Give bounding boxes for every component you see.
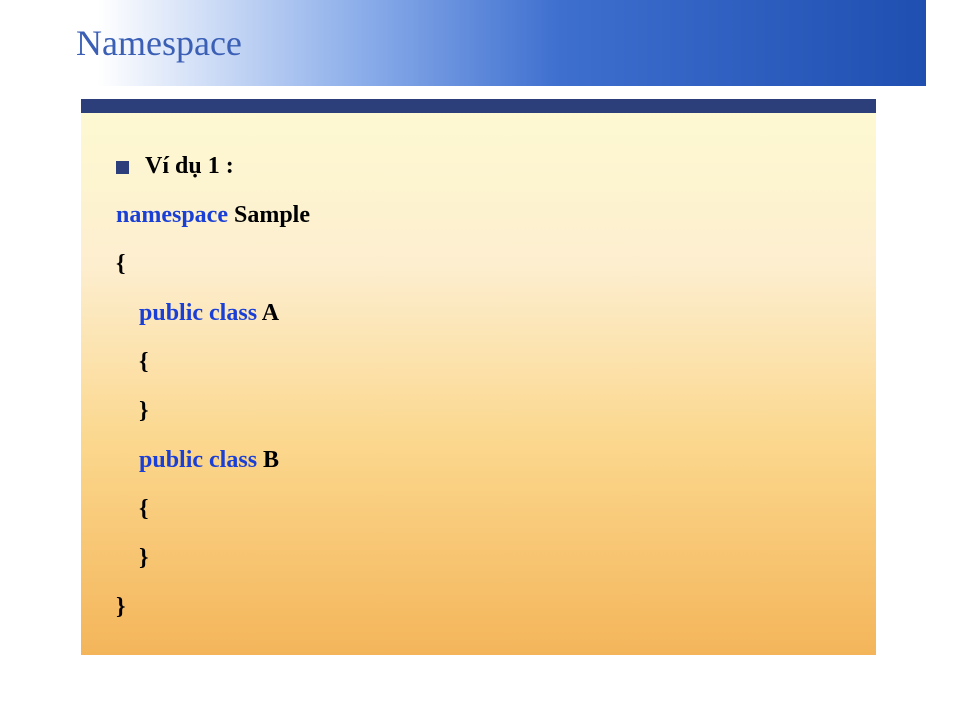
title-band: Namespace [54,0,926,86]
code-text: B [257,447,279,473]
keyword-public-class: public class [139,447,257,473]
square-bullet-icon [116,161,129,174]
code-line-5: } [116,399,841,423]
content-stripe [81,99,876,113]
keyword-public-class: public class [139,300,257,326]
code-line-4: { [116,350,841,374]
code-line-2: { [116,252,841,276]
bullet-row: Ví dụ 1 : [116,154,841,178]
code-line-8: } [116,546,841,570]
keyword-namespace: namespace [116,202,228,228]
code-text: A [257,300,279,326]
code-line-3: public class A [116,301,841,325]
content-inner: Ví dụ 1 : namespace Sample { public clas… [116,154,841,644]
code-line-9: } [116,595,841,619]
slide: Namespace Ví dụ 1 : namespace Sample { p… [0,0,960,720]
content-area: Ví dụ 1 : namespace Sample { public clas… [81,99,876,655]
code-line-7: { [116,497,841,521]
code-text: Sample [228,202,310,228]
code-line-6: public class B [116,448,841,472]
bullet-text: Ví dụ 1 : [145,154,234,178]
code-line-1: namespace Sample [116,203,841,227]
slide-title: Namespace [76,22,242,64]
